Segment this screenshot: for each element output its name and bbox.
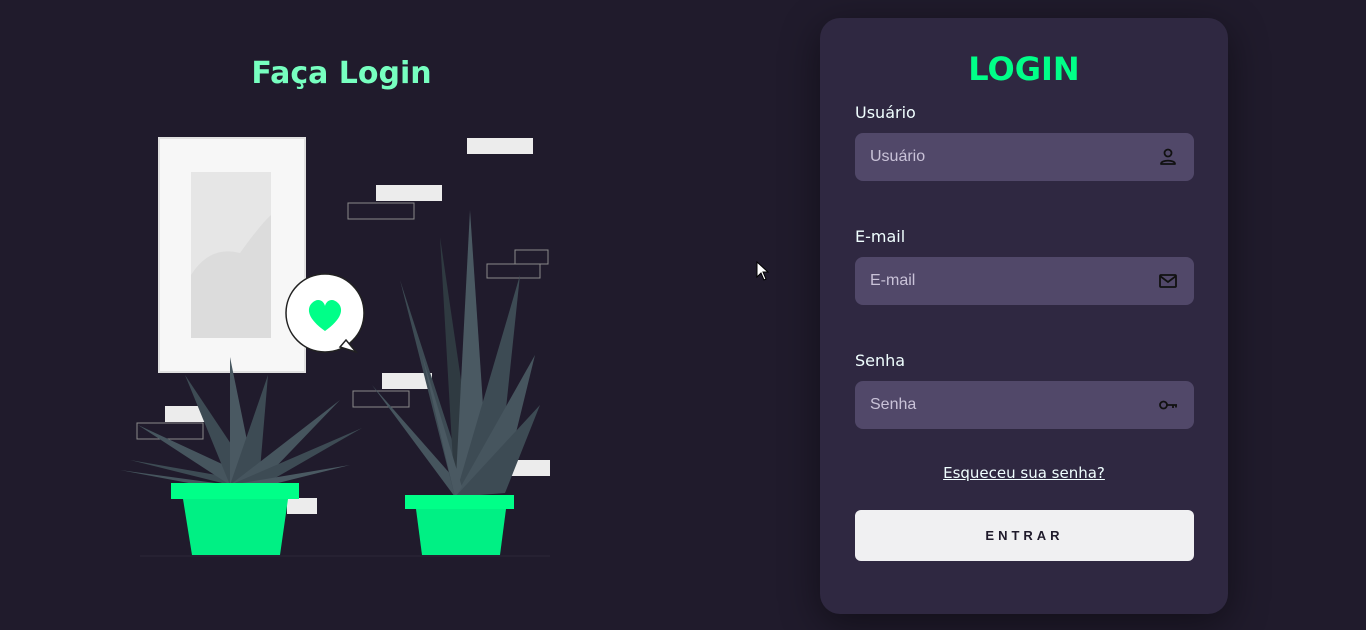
email-label: E-mail — [855, 227, 906, 246]
mail-icon — [1159, 274, 1177, 288]
email-input[interactable] — [855, 257, 1194, 305]
left-pot — [171, 483, 299, 555]
username-input[interactable] — [855, 133, 1194, 181]
login-card: LOGIN Usuário E-mail Senha Esqueceu sua … — [820, 18, 1228, 614]
illustration-title: Faça Login — [251, 56, 432, 91]
login-title: LOGIN — [968, 50, 1080, 88]
user-icon — [1160, 148, 1176, 165]
password-input[interactable] — [855, 381, 1194, 429]
heart-bubble — [285, 273, 365, 354]
email-field — [855, 257, 1194, 305]
forgot-password-link[interactable]: Esqueceu sua senha? — [820, 464, 1228, 482]
key-icon — [1159, 400, 1177, 410]
login-button[interactable]: ENTRAR — [855, 510, 1194, 561]
password-label: Senha — [855, 351, 906, 370]
picture-frame — [158, 137, 306, 373]
password-field — [855, 381, 1194, 429]
username-field — [855, 133, 1194, 181]
right-pot — [405, 495, 514, 555]
left-plant — [120, 357, 362, 487]
mouse-cursor-icon — [756, 261, 770, 281]
plants-illustration — [120, 137, 550, 557]
username-label: Usuário — [855, 103, 916, 122]
